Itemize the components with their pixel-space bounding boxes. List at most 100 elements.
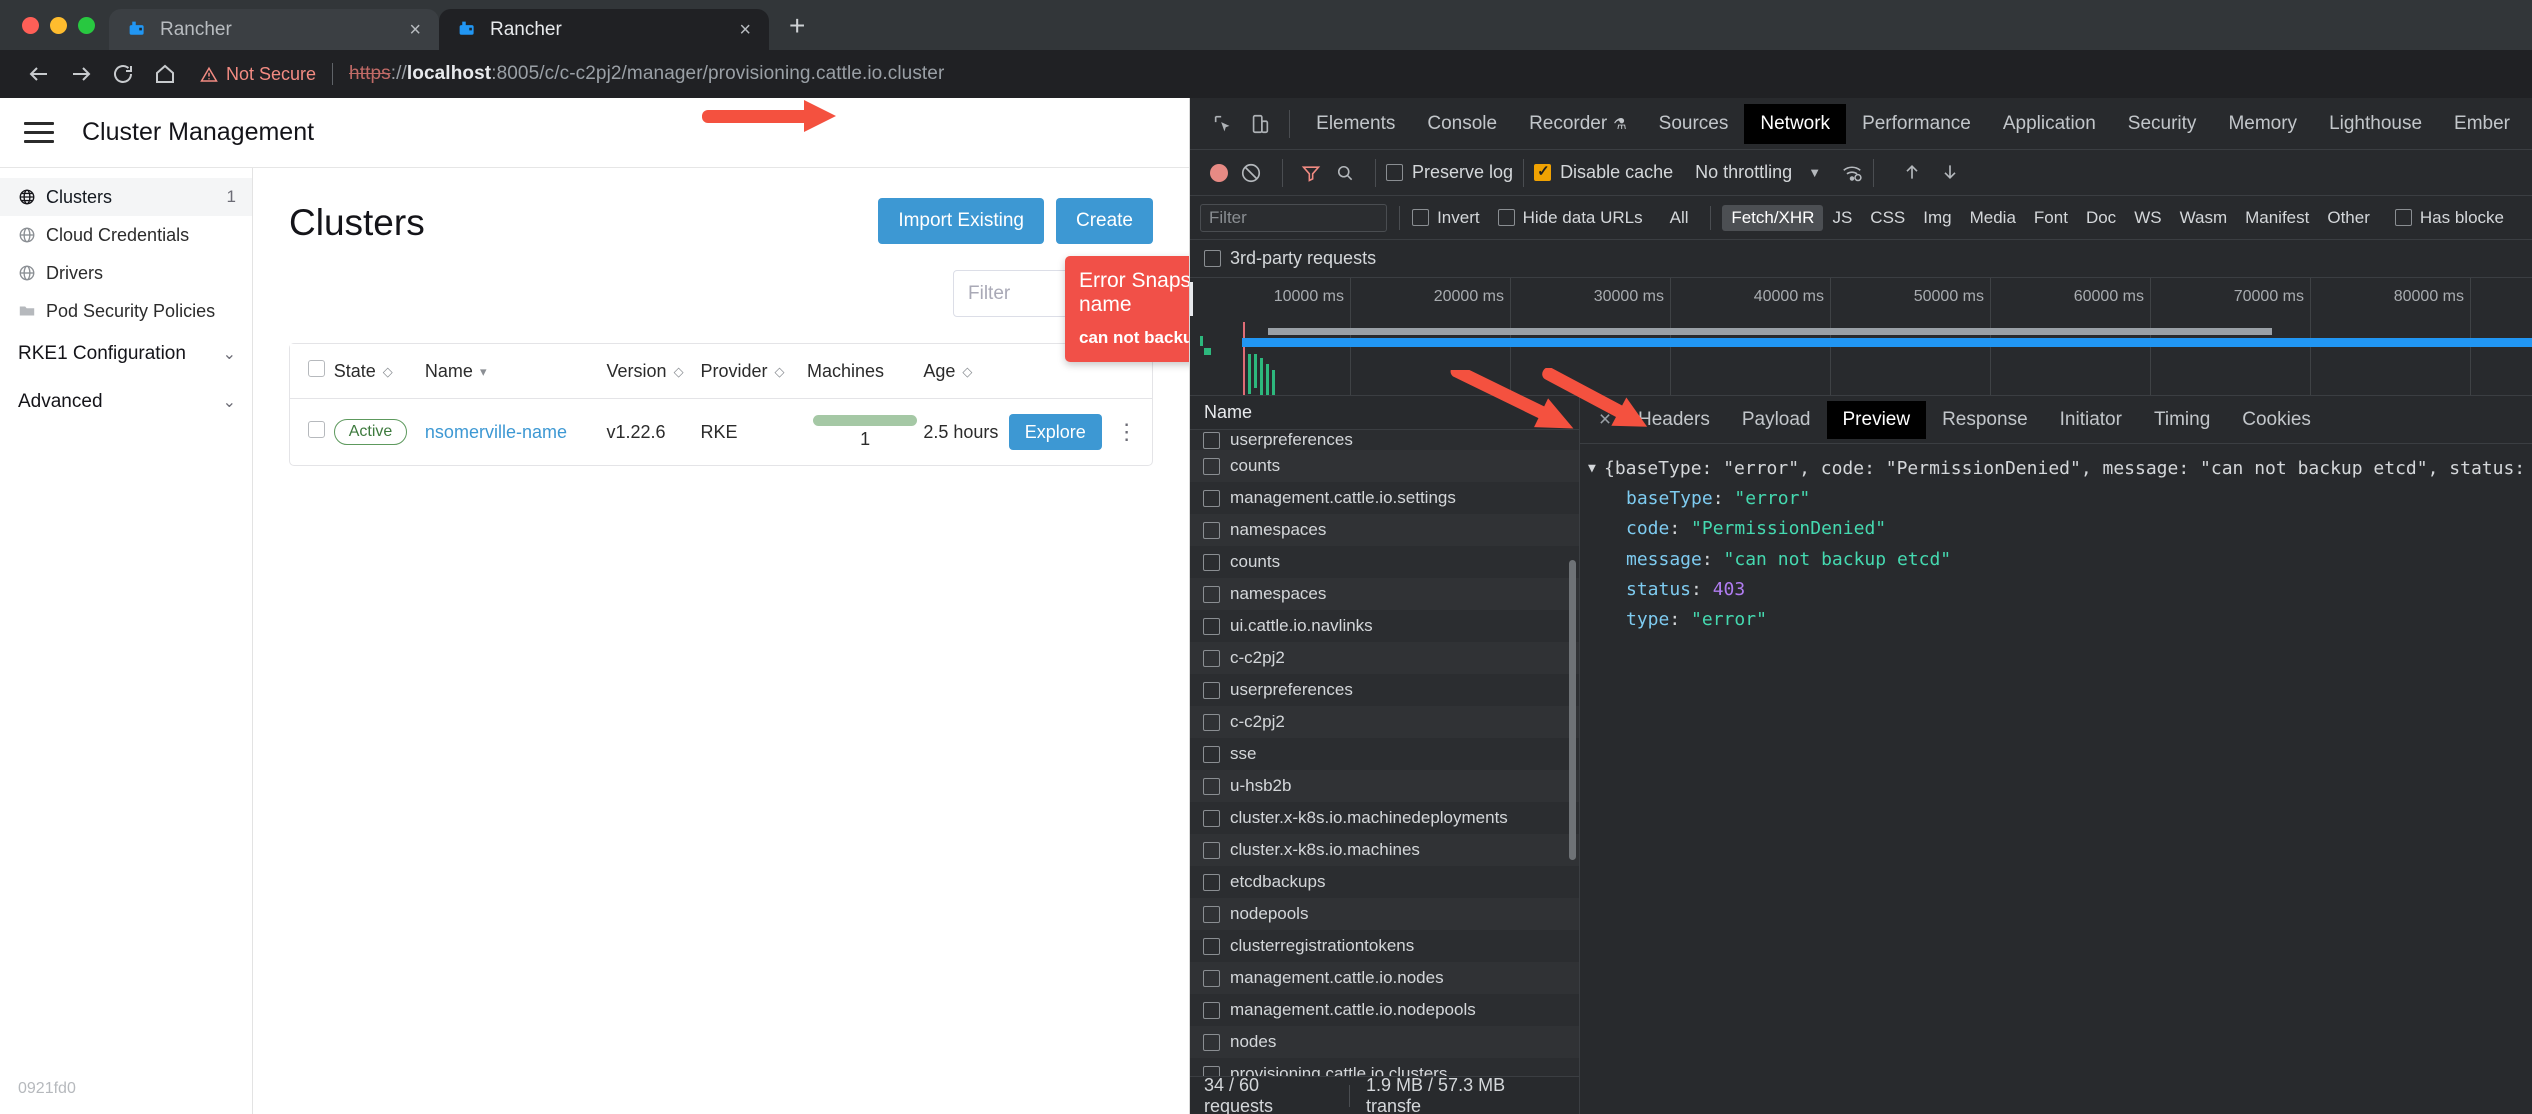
cluster-name-link[interactable]: nsomerville-name (425, 422, 567, 442)
list-item[interactable]: u-hsb2b (1190, 770, 1579, 802)
sort-icon[interactable]: ◇ (674, 364, 684, 380)
list-item[interactable]: cluster.x-k8s.io.machines (1190, 834, 1579, 866)
address-bar[interactable]: Not Secure https://localhost:8005/c/c-c2… (200, 56, 2514, 92)
expand-arrow-icon[interactable]: ▼ (1588, 454, 1604, 480)
import-har-icon[interactable] (1902, 162, 1922, 184)
sidebar-item-drivers[interactable]: Drivers (0, 254, 252, 292)
close-icon[interactable]: × (405, 18, 425, 42)
close-window-button[interactable] (22, 16, 39, 34)
tab-sources[interactable]: Sources (1643, 104, 1745, 144)
reload-icon[interactable] (102, 53, 144, 95)
list-item[interactable]: provisioning.cattle.io.clusters (1190, 1058, 1579, 1076)
sidebar-group-rke1-configuration[interactable]: RKE1 Configuration ⌄ (0, 330, 252, 378)
clear-network-log-icon[interactable] (1240, 162, 1262, 184)
sidebar-item-pod-security-policies[interactable]: Pod Security Policies (0, 292, 252, 330)
tab-recorder[interactable]: Recorder ⚗ (1513, 104, 1643, 144)
filter-funnel-icon[interactable] (1301, 163, 1321, 183)
tab-performance[interactable]: Performance (1846, 104, 1987, 144)
list-item[interactable]: clusterregistrationtokens (1190, 930, 1579, 962)
select-all-header[interactable] (290, 344, 334, 399)
has-blocked-cookies-checkbox[interactable] (2394, 209, 2412, 226)
disable-cache-checkbox[interactable] (1534, 162, 1552, 181)
inspect-element-icon[interactable] (1204, 104, 1242, 144)
tab-elements[interactable]: Elements (1300, 104, 1411, 144)
preserve-log-toggle[interactable]: Preserve log (1386, 162, 1513, 183)
list-item[interactable]: management.cattle.io.nodepools (1190, 994, 1579, 1026)
close-icon[interactable]: × (1588, 403, 1622, 437)
tab-headers[interactable]: Headers (1622, 401, 1726, 439)
list-item[interactable]: management.cattle.io.settings (1190, 482, 1579, 514)
column-header-version[interactable]: Version ◇ (606, 344, 701, 399)
column-header-state[interactable]: State ◇ (333, 344, 425, 399)
maximize-window-button[interactable] (78, 16, 95, 34)
tab-payload[interactable]: Payload (1726, 401, 1827, 439)
chevron-down-icon[interactable]: ▼ (1808, 165, 1821, 180)
search-icon[interactable] (1335, 163, 1355, 183)
row-select-cell[interactable] (290, 399, 334, 466)
import-existing-button[interactable]: Import Existing (878, 198, 1044, 244)
filter-type-media[interactable]: Media (1961, 205, 2025, 231)
hide-data-urls-checkbox[interactable] (1497, 209, 1515, 226)
throttling-select-value[interactable]: No throttling (1695, 162, 1792, 183)
tab-console[interactable]: Console (1411, 104, 1513, 144)
record-button[interactable] (1210, 163, 1228, 182)
invert-toggle[interactable]: Invert (1412, 208, 1480, 228)
filter-type-wasm[interactable]: Wasm (2171, 205, 2237, 231)
list-item[interactable]: namespaces (1190, 578, 1579, 610)
sidebar-group-advanced[interactable]: Advanced ⌄ (0, 378, 252, 426)
third-party-requests-checkbox[interactable] (1204, 250, 1221, 267)
hamburger-menu-icon[interactable] (24, 122, 54, 143)
preserve-log-checkbox[interactable] (1386, 164, 1403, 181)
json-summary-line[interactable]: ▼ {baseType: "error", code: "PermissionD… (1580, 454, 2532, 484)
list-item[interactable]: nodes (1190, 1026, 1579, 1058)
list-item[interactable]: c-c2pj2 (1190, 706, 1579, 738)
list-item[interactable]: cluster.x-k8s.io.machinedeployments (1190, 802, 1579, 834)
invert-checkbox[interactable] (1412, 209, 1430, 226)
create-cluster-button[interactable]: Create (1055, 198, 1153, 244)
network-overview-timeline[interactable]: 10000 ms 20000 ms 30000 ms 40000 ms 5000… (1190, 278, 2532, 396)
list-item[interactable]: userpreferences (1190, 674, 1579, 706)
tab-cookies[interactable]: Cookies (2226, 401, 2327, 439)
row-menu-cell[interactable]: ⋮ (1116, 399, 1152, 466)
filter-type-css[interactable]: CSS (1861, 205, 1914, 231)
list-item[interactable]: ui.cattle.io.navlinks (1190, 610, 1579, 642)
select-all-checkbox[interactable] (308, 360, 325, 377)
home-icon[interactable] (144, 53, 186, 95)
table-row[interactable]: Active nsomerville-name v1.22.6 RKE 1 2.… (290, 399, 1152, 466)
browser-tab-1[interactable]: Rancher × (109, 9, 439, 50)
sidebar-item-clusters[interactable]: Clusters 1 (0, 178, 252, 216)
list-item[interactable]: nodepools (1190, 898, 1579, 930)
tab-memory[interactable]: Memory (2212, 104, 2313, 144)
sort-icon[interactable]: ◇ (962, 364, 972, 380)
tab-ember[interactable]: Ember (2438, 104, 2526, 144)
filter-type-doc[interactable]: Doc (2077, 205, 2125, 231)
filter-type-other[interactable]: Other (2318, 205, 2379, 231)
column-header-provider[interactable]: Provider ◇ (700, 344, 808, 399)
tab-security[interactable]: Security (2112, 104, 2213, 144)
list-item[interactable]: userpreferences (1190, 430, 1579, 450)
third-party-requests-toggle[interactable]: 3rd-party requests (1190, 240, 2532, 278)
close-icon[interactable]: × (735, 18, 755, 42)
tab-lighthouse[interactable]: Lighthouse (2313, 104, 2438, 144)
column-header-age[interactable]: Age ◇ (923, 344, 1009, 399)
tab-preview[interactable]: Preview (1826, 400, 1927, 439)
list-item[interactable]: namespaces (1190, 514, 1579, 546)
row-actions-kebab-icon[interactable]: ⋮ (1116, 419, 1138, 444)
request-list-scrollbar[interactable] (1569, 560, 1576, 860)
explore-button[interactable]: Explore (1008, 414, 1102, 450)
chevron-down-icon[interactable]: ⌄ (223, 392, 236, 412)
new-tab-button[interactable]: + (769, 12, 821, 50)
filter-type-js[interactable]: JS (1823, 205, 1861, 231)
column-header-name[interactable]: Name ▾ (424, 344, 607, 399)
device-toolbar-icon[interactable] (1242, 104, 1280, 144)
not-secure-indicator[interactable]: Not Secure (200, 64, 316, 85)
network-conditions-icon[interactable] (1841, 162, 1863, 184)
row-checkbox[interactable] (308, 421, 325, 438)
forward-icon[interactable] (60, 53, 102, 95)
tab-timing[interactable]: Timing (2138, 401, 2226, 439)
filter-type-all[interactable]: All (1661, 205, 1698, 231)
tab-initiator[interactable]: Initiator (2044, 401, 2138, 439)
tab-response[interactable]: Response (1926, 401, 2044, 439)
export-har-icon[interactable] (1940, 162, 1960, 184)
list-item[interactable]: counts (1190, 546, 1579, 578)
